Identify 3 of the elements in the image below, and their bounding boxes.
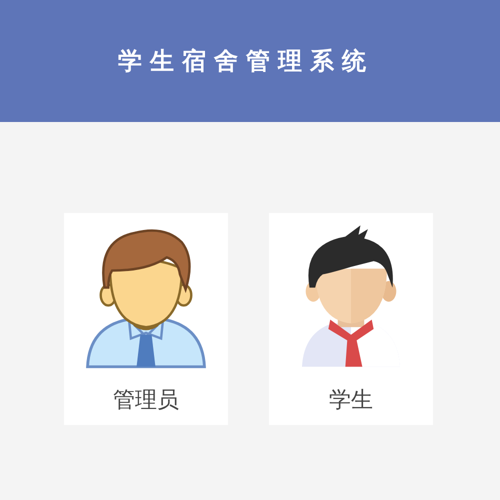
app-title: 学生宿舍管理系统 <box>118 46 374 77</box>
role-card[interactable]: 学生 <box>269 213 433 425</box>
role-card[interactable]: 管理员 <box>64 213 228 425</box>
